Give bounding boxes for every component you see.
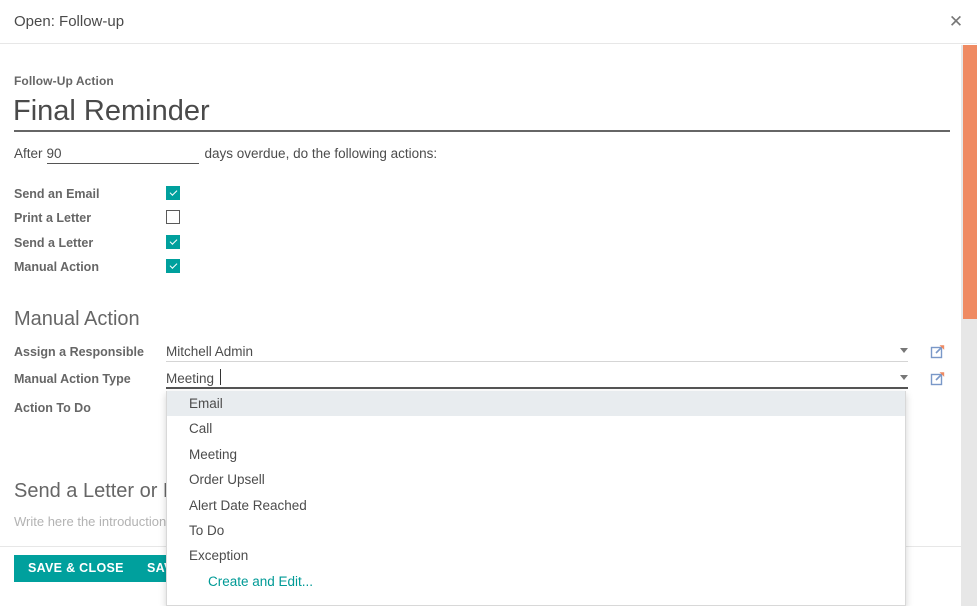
field-label-assign-a-responsible: Assign a Responsible xyxy=(14,345,144,359)
checkbox-manual-action[interactable] xyxy=(166,259,180,273)
checkbox-label-send-an-email: Send an Email xyxy=(14,187,100,201)
external-link-icon[interactable] xyxy=(930,370,946,386)
followup-action-underline xyxy=(14,130,950,132)
dropdown-option-call[interactable]: Call xyxy=(167,416,905,441)
checkbox-row-send-a-letter[interactable]: Send a Letter xyxy=(14,235,274,253)
after-days-row: After days overdue, do the following acti… xyxy=(14,146,437,166)
modal-title: Open: Follow-up xyxy=(14,13,125,30)
vertical-scrollbar-thumb[interactable] xyxy=(963,45,977,319)
field-label-action-to-do: Action To Do xyxy=(14,401,91,415)
chevron-down-icon[interactable] xyxy=(900,375,908,380)
field-underline xyxy=(166,361,908,362)
field-box-manual-action-type xyxy=(166,368,908,389)
dropdown-option-meeting[interactable]: Meeting xyxy=(167,442,905,467)
days-overdue-input[interactable] xyxy=(46,146,199,164)
followup-action-name[interactable]: Final Reminder xyxy=(13,92,210,130)
checkbox-row-print-a-letter[interactable]: Print a Letter xyxy=(14,210,274,228)
external-link-icon[interactable] xyxy=(930,343,946,359)
checkbox-row-manual-action[interactable]: Manual Action xyxy=(14,259,274,277)
checkbox-send-a-letter[interactable] xyxy=(166,235,180,249)
modal-header: Open: Follow-up ✕ xyxy=(0,0,977,44)
after-suffix-label: days overdue, do the following actions: xyxy=(204,146,438,161)
field-row-assign-a-responsible: Assign a Responsible xyxy=(14,341,960,365)
dropdown-option-to-do[interactable]: To Do xyxy=(167,518,905,543)
field-box-assign-a-responsible xyxy=(166,341,908,362)
manual-action-type-dropdown[interactable]: Email Call Meeting Order Upsell Alert Da… xyxy=(166,391,906,606)
save-and-close-button[interactable]: Save & Close xyxy=(14,555,138,582)
vertical-scrollbar-track[interactable] xyxy=(961,45,977,606)
assign-responsible-input[interactable] xyxy=(166,341,893,361)
followup-action-label: Follow-Up Action xyxy=(14,74,114,88)
close-icon[interactable]: ✕ xyxy=(945,11,967,33)
dropdown-option-alert-date-reached[interactable]: Alert Date Reached xyxy=(167,493,905,518)
checkbox-label-manual-action: Manual Action xyxy=(14,260,99,274)
dropdown-option-email[interactable]: Email xyxy=(167,391,905,417)
after-prefix-label: After xyxy=(14,146,43,161)
dropdown-option-exception[interactable]: Exception xyxy=(167,543,905,568)
checkbox-send-an-email[interactable] xyxy=(166,186,180,200)
checkbox-label-print-a-letter: Print a Letter xyxy=(14,211,92,225)
checkbox-label-send-a-letter: Send a Letter xyxy=(14,236,94,250)
dropdown-option-create-and-edit[interactable]: Create and Edit... xyxy=(167,569,905,594)
field-underline-focused xyxy=(166,387,908,389)
field-label-manual-action-type: Manual Action Type xyxy=(14,372,131,386)
dropdown-option-order-upsell[interactable]: Order Upsell xyxy=(167,467,905,492)
chevron-down-icon[interactable] xyxy=(900,348,908,353)
checkbox-row-send-an-email[interactable]: Send an Email xyxy=(14,186,274,204)
manual-action-type-input[interactable] xyxy=(166,368,893,388)
text-cursor xyxy=(220,369,221,385)
field-row-manual-action-type: Manual Action Type xyxy=(14,368,960,392)
manual-action-section-title: Manual Action xyxy=(14,308,140,330)
checkbox-print-a-letter[interactable] xyxy=(166,210,180,224)
